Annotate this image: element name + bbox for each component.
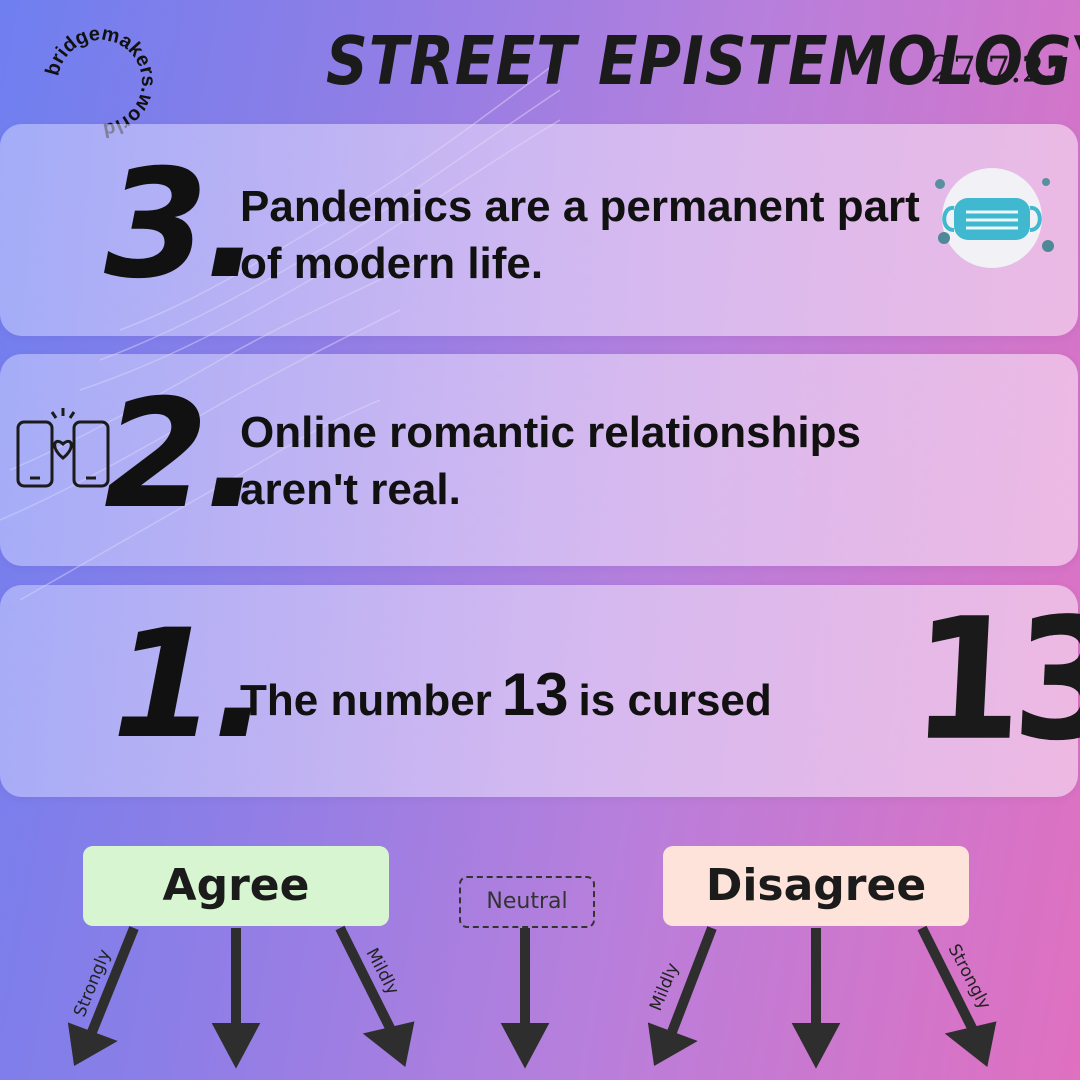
face-mask-icon bbox=[935, 168, 1054, 268]
arrow-head bbox=[211, 1023, 261, 1069]
arrow-head bbox=[362, 1021, 415, 1067]
arrow-head bbox=[944, 1021, 997, 1067]
statement-number: 13 bbox=[501, 661, 569, 728]
phones-heart-icon bbox=[16, 408, 110, 488]
rank-number: 2. bbox=[104, 368, 261, 542]
arrow-head bbox=[791, 1023, 841, 1069]
agree-label: Agree bbox=[83, 846, 389, 926]
statement-text: Pandemics are a permanent part of modern… bbox=[240, 182, 920, 289]
statement-text-before: The number bbox=[240, 676, 492, 725]
date-label: 27.7.25 bbox=[930, 50, 1068, 91]
statement-text-after: is cursed bbox=[578, 676, 772, 725]
scale-arrows: Strongly Mildly Mildly Strongly bbox=[67, 925, 997, 1069]
number-13-icon: 13 bbox=[907, 581, 1080, 778]
disagree-label: Disagree bbox=[663, 846, 969, 926]
statement-text: The number 13 is cursed bbox=[240, 656, 772, 734]
rank-number: 3. bbox=[104, 138, 261, 312]
arrow-head bbox=[647, 1022, 698, 1066]
arrow-head bbox=[67, 1022, 118, 1066]
arrow-head bbox=[500, 1023, 550, 1069]
statement-text: Online romantic relationships aren't rea… bbox=[240, 408, 862, 515]
